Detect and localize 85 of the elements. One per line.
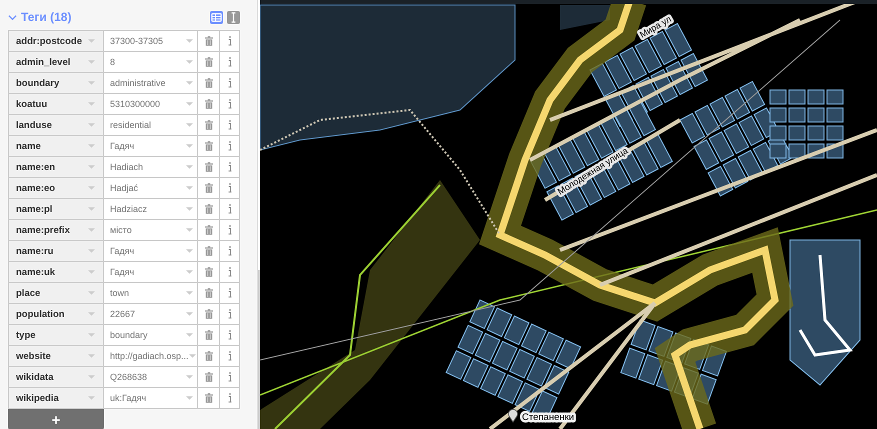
- tag-value-field[interactable]: 8: [110, 57, 116, 67]
- caret-icon[interactable]: [186, 123, 193, 127]
- tag-value-field[interactable]: Hadjać: [110, 183, 138, 193]
- info-icon[interactable]: [228, 36, 232, 46]
- caret-icon[interactable]: [186, 144, 193, 148]
- caret-icon[interactable]: [186, 39, 193, 43]
- caret-icon[interactable]: [186, 81, 193, 85]
- tag-value-field[interactable]: Hadziacz: [110, 204, 148, 214]
- caret-icon[interactable]: [186, 270, 193, 274]
- scrollbar[interactable]: [258, 270, 260, 429]
- tag-value-field[interactable]: administrative: [110, 78, 166, 88]
- table-view-button[interactable]: [210, 10, 223, 24]
- info-icon[interactable]: [228, 288, 232, 298]
- tag-value-field[interactable]: http://gadiach.osp...: [110, 351, 189, 361]
- tag-value-field[interactable]: 22667: [110, 309, 136, 319]
- caret-icon[interactable]: [186, 333, 193, 337]
- caret-icon[interactable]: [186, 60, 193, 64]
- trash-icon[interactable]: [204, 309, 212, 319]
- caret-icon[interactable]: [186, 291, 193, 295]
- tag-value-field[interactable]: Hadiach: [110, 162, 144, 172]
- tag-value-field[interactable]: town: [110, 288, 130, 298]
- caret-icon[interactable]: [186, 165, 193, 169]
- trash-icon[interactable]: [204, 141, 212, 151]
- trash-icon[interactable]: [204, 330, 212, 340]
- caret-icon[interactable]: [186, 249, 193, 253]
- info-icon[interactable]: [228, 183, 232, 193]
- text-view-button[interactable]: [227, 10, 240, 24]
- trash-icon[interactable]: [204, 36, 212, 46]
- trash-icon[interactable]: [204, 288, 212, 298]
- caret-icon[interactable]: [186, 312, 193, 316]
- tag-value-field[interactable]: uk:Гадяч: [110, 393, 146, 403]
- tag-key-field[interactable]: place: [16, 288, 40, 298]
- info-icon[interactable]: [228, 204, 232, 214]
- tag-value-field[interactable]: 5310300000: [110, 99, 160, 109]
- tag-key-field[interactable]: type: [16, 330, 36, 340]
- tag-value-field[interactable]: Гадяч: [110, 246, 134, 256]
- info-icon[interactable]: [228, 267, 232, 277]
- tag-value-field[interactable]: Гадяч: [110, 141, 134, 151]
- info-icon[interactable]: [228, 246, 232, 256]
- tag-value-field[interactable]: місто: [110, 225, 132, 235]
- info-icon[interactable]: [228, 372, 232, 382]
- trash-icon[interactable]: [204, 267, 212, 277]
- trash-icon[interactable]: [204, 78, 212, 88]
- add-tag-button[interactable]: +: [8, 409, 104, 429]
- map-drawing[interactable]: [260, 0, 877, 429]
- trash-icon[interactable]: [204, 204, 212, 214]
- tag-value-field[interactable]: Q268638: [110, 372, 148, 382]
- tag-key-field[interactable]: name: [16, 140, 41, 152]
- info-icon[interactable]: [228, 393, 232, 403]
- trash-icon[interactable]: [204, 372, 212, 382]
- caret-icon[interactable]: [186, 228, 193, 232]
- text-cursor-icon[interactable]: [231, 12, 236, 22]
- tag-key-field[interactable]: koatuu: [16, 98, 48, 110]
- info-icon[interactable]: [228, 57, 232, 67]
- trash-icon[interactable]: [204, 351, 212, 361]
- caret-icon[interactable]: [186, 186, 193, 190]
- map-pin-icon[interactable]: [508, 409, 518, 422]
- info-icon[interactable]: [228, 309, 232, 319]
- tag-value-field[interactable]: 37300-37305: [110, 36, 164, 46]
- tag-value-field[interactable]: residential: [110, 120, 152, 130]
- trash-icon[interactable]: [204, 120, 212, 130]
- info-icon[interactable]: [228, 141, 232, 151]
- caret-icon[interactable]: [186, 207, 193, 211]
- caret-icon[interactable]: [186, 375, 193, 379]
- trash-icon[interactable]: [204, 162, 212, 172]
- tag-value-field[interactable]: boundary: [110, 330, 148, 340]
- caret-icon[interactable]: [188, 354, 196, 358]
- info-icon[interactable]: [228, 351, 232, 361]
- info-icon[interactable]: [228, 330, 232, 340]
- info-icon[interactable]: [228, 78, 232, 88]
- tag-value-field[interactable]: Гадяч: [110, 267, 134, 277]
- trash-icon[interactable]: [204, 57, 212, 67]
- info-icon[interactable]: [228, 120, 232, 130]
- caret-icon[interactable]: [186, 396, 193, 400]
- trash-icon[interactable]: [204, 183, 212, 193]
- info-icon[interactable]: [228, 162, 232, 172]
- chevron-icon[interactable]: [8, 12, 17, 22]
- section-header[interactable]: Теги (18): [8, 10, 72, 24]
- caret-icon[interactable]: [186, 102, 193, 106]
- trash-icon[interactable]: [204, 246, 212, 256]
- trash-icon[interactable]: [204, 99, 212, 109]
- trash-icon[interactable]: [204, 393, 212, 403]
- trash-icon[interactable]: [204, 225, 212, 235]
- info-icon[interactable]: [228, 99, 232, 109]
- info-icon[interactable]: [228, 225, 232, 235]
